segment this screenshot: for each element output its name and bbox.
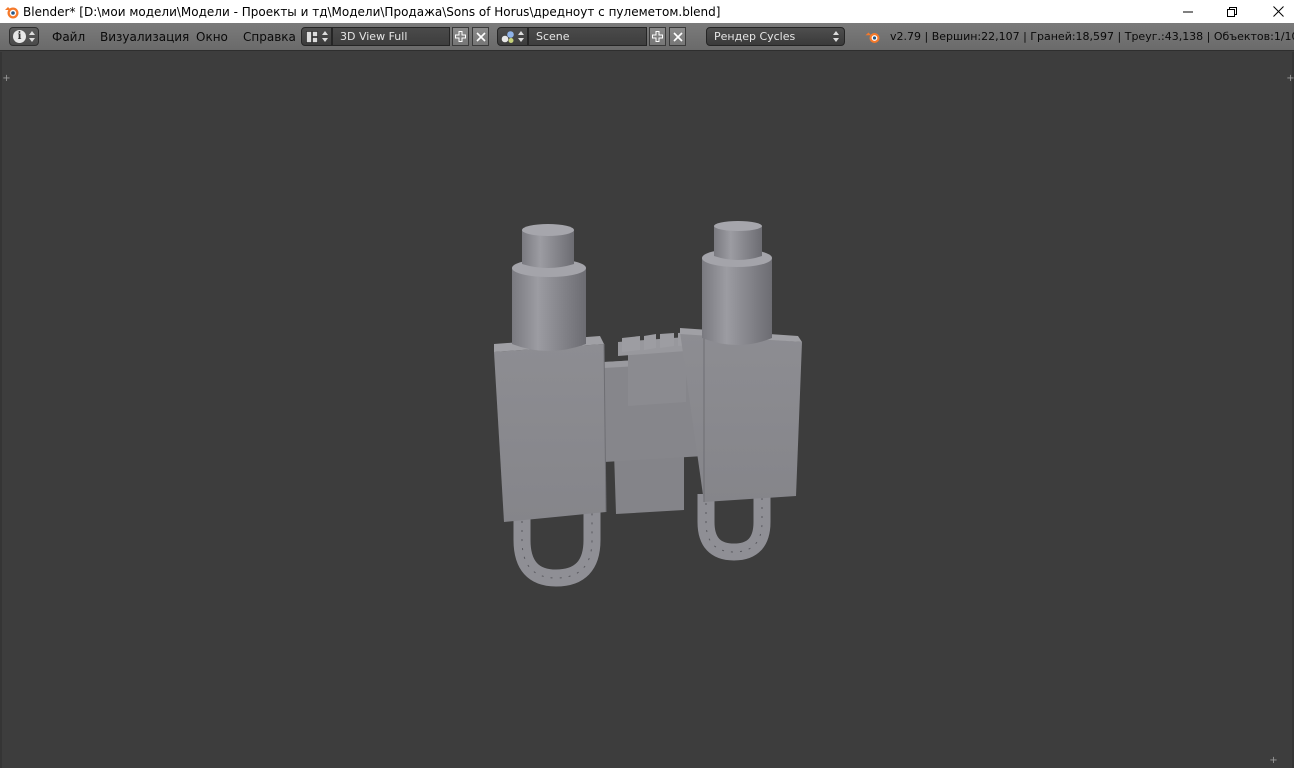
viewport-left-edge	[0, 52, 2, 768]
layout-icon	[306, 31, 318, 43]
add-scene-button[interactable]	[649, 27, 666, 46]
plus-icon	[455, 31, 466, 42]
left-engine-housing	[494, 344, 606, 522]
blender-logo-icon	[865, 32, 880, 43]
left-exhaust-pipe	[513, 512, 601, 587]
close-icon	[1272, 6, 1284, 17]
area-split-widget-bottom-right[interactable]: +	[1269, 756, 1278, 766]
delete-scene-button[interactable]	[669, 27, 686, 46]
scene-name-field[interactable]: Scene	[528, 27, 647, 46]
area-split-widget-top-left[interactable]: +	[2, 74, 11, 84]
scene-selector[interactable]	[497, 27, 528, 46]
minimize-icon	[1183, 11, 1193, 12]
updown-arrow-icon	[833, 31, 839, 42]
scene-statistics: v2.79 | Вершин:22,107 | Граней:18,597 | …	[890, 30, 1294, 43]
screen-layout-name-field[interactable]: 3D View Full	[332, 27, 450, 46]
info-header: i Файл Визуализация Окно Справка 3D View…	[0, 23, 1294, 51]
blender-app-icon	[5, 7, 19, 19]
updown-arrow-icon	[322, 31, 328, 42]
render-engine-dropdown[interactable]: Рендер Cycles	[706, 27, 845, 46]
right-exhaust-pipe	[697, 494, 771, 561]
close-icon	[672, 31, 683, 42]
add-screen-button[interactable]	[452, 27, 469, 46]
area-split-widget-top-right[interactable]: +	[1286, 74, 1294, 84]
right-engine-upper-cylinder	[714, 226, 762, 260]
updown-arrow-icon	[29, 31, 35, 42]
restore-button[interactable]	[1209, 0, 1255, 23]
plus-icon	[652, 31, 663, 42]
menu-file[interactable]: Файл	[52, 30, 85, 44]
jump-pack-model[interactable]	[480, 212, 820, 592]
left-engine-lower-cylinder	[512, 268, 586, 351]
editor-type-selector[interactable]: i	[9, 27, 39, 46]
menu-help[interactable]: Справка	[243, 30, 296, 44]
updown-arrow-icon	[518, 31, 524, 42]
close-icon	[475, 31, 486, 42]
restore-icon	[1227, 6, 1237, 17]
delete-screen-button[interactable]	[472, 27, 489, 46]
minimize-button[interactable]	[1165, 0, 1211, 23]
menu-render[interactable]: Визуализация	[100, 30, 189, 44]
screen-layout-selector[interactable]	[301, 27, 332, 46]
scene-icon	[501, 31, 514, 43]
render-engine-label: Рендер Cycles	[714, 30, 796, 43]
center-top-block	[628, 348, 686, 406]
window-title: Blender* [D:\мои модели\Модели - Проекты…	[23, 5, 721, 19]
right-engine-lower-cylinder	[702, 258, 772, 345]
close-button[interactable]	[1255, 0, 1294, 23]
menu-window[interactable]: Окно	[196, 30, 228, 44]
info-icon: i	[13, 30, 26, 43]
3d-viewport[interactable]: + + +	[0, 52, 1294, 768]
right-engine-housing	[680, 332, 802, 502]
window-title-bar: Blender* [D:\мои модели\Модели - Проекты…	[0, 0, 1294, 23]
